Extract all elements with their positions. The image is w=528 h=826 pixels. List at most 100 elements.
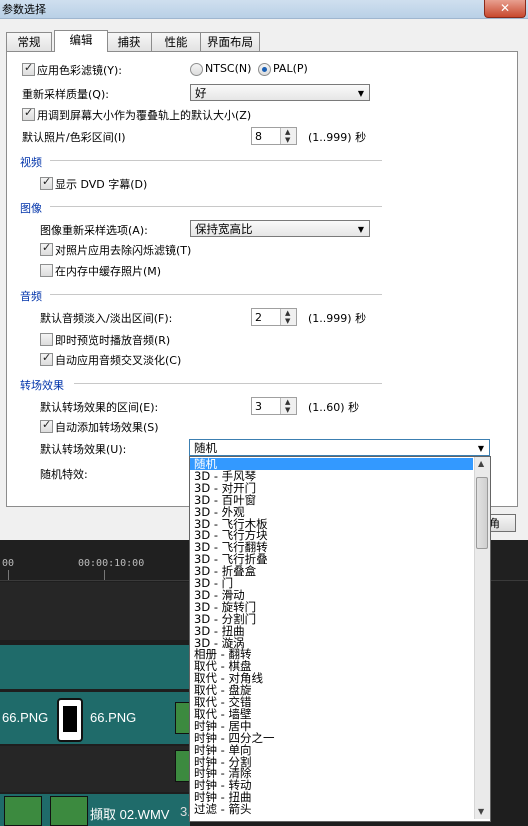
cache-photos-label: 在内存中缓存照片(M) <box>55 265 162 278</box>
audio-fade-interval-spinner[interactable]: 2 ▲ ▼ <box>251 308 297 326</box>
dropdown-item[interactable]: 3D - 旋转门 <box>194 601 256 613</box>
resample-quality-label: 重新采样质量(Q): <box>22 88 109 101</box>
ruler-label-start: 00 <box>2 558 15 569</box>
audio-fade-interval-label: 默认音频淡入/淡出区间(F): <box>40 312 173 325</box>
clip-label: 擷取 02.WMV <box>90 807 170 822</box>
show-dvd-subtitles-label: 显示 DVD 字幕(D) <box>55 178 148 191</box>
show-dvd-subtitles-checkbox[interactable] <box>40 175 53 190</box>
default-photo-interval-value: 8 <box>255 130 262 143</box>
default-transition-value: 随机 <box>194 441 217 455</box>
clip-label: 66.PNG <box>90 710 137 725</box>
transition-interval-value: 3 <box>255 400 262 413</box>
chevron-down-icon: ▼ <box>357 225 364 234</box>
auto-add-transition-checkbox[interactable] <box>40 418 53 433</box>
spinner-buttons[interactable]: ▲ ▼ <box>280 398 296 414</box>
auto-add-transition-label: 自动添加转场效果(S) <box>55 421 159 434</box>
section-divider <box>50 294 382 295</box>
spin-down-icon[interactable]: ▼ <box>285 406 290 414</box>
dropdown-scrollbar[interactable]: ▲ ▼ <box>474 457 490 819</box>
fit-to-screen-checkbox[interactable] <box>22 106 35 121</box>
audio-fade-interval-range: (1..999) 秒 <box>308 312 367 325</box>
dropdown-item[interactable]: 3D - 分割门 <box>194 613 256 625</box>
default-photo-interval-spinner[interactable]: 8 ▲ ▼ <box>251 127 297 145</box>
dropdown-item[interactable]: 时钟 - 四分之一 <box>194 732 274 744</box>
scrollbar-thumb[interactable] <box>476 477 488 549</box>
transition-interval-range: (1..60) 秒 <box>308 401 360 414</box>
auto-crossfade-label: 自动应用音频交叉淡化(C) <box>55 354 182 367</box>
fit-to-screen-label: 用调到屏幕大小作为覆叠轨上的默认大小(Z) <box>37 109 252 122</box>
apply-color-filter-checkbox[interactable] <box>22 61 35 76</box>
resample-option-select[interactable]: 保持宽高比 ▼ <box>190 220 370 237</box>
transition-interval-spinner[interactable]: 3 ▲ ▼ <box>251 397 297 415</box>
clip-label: 66.PNG <box>2 710 49 725</box>
resample-option-label: 图像重新采样选项(A): <box>40 224 148 237</box>
tab-interface-layout[interactable]: 界面布局 <box>200 32 260 51</box>
window-title: 参数选择 <box>2 3 46 16</box>
spinner-buttons[interactable]: ▲ ▼ <box>280 128 296 144</box>
tab-general[interactable]: 常规 <box>6 32 52 51</box>
spin-down-icon[interactable]: ▼ <box>285 317 290 325</box>
timeline-track[interactable]: 擷取 02.WMV 3.JPG <box>0 794 216 826</box>
random-effects-label: 随机特效: <box>40 468 88 481</box>
timeline-track[interactable] <box>0 582 190 640</box>
default-transition-select[interactable]: 随机 ▼ <box>189 439 490 456</box>
dropdown-item[interactable]: 3D - 扭曲 <box>194 625 245 637</box>
ntsc-label: NTSC(N) <box>205 62 252 75</box>
section-audio: 音频 <box>20 290 42 303</box>
dropdown-items: 随机 3D - 手风琴 3D - 对开门 3D - 百叶窗 3D - 外观 3D - 飞行… <box>190 457 473 821</box>
cache-photos-checkbox[interactable] <box>40 264 53 277</box>
dropdown-item[interactable]: 3D - 外观 <box>194 506 245 518</box>
clip-thumbnail <box>4 796 42 826</box>
spin-up-icon[interactable]: ▲ <box>285 128 290 136</box>
resample-option-value: 保持宽高比 <box>195 222 253 236</box>
tab-performance[interactable]: 性能 <box>151 32 201 51</box>
ruler-mark <box>8 570 9 580</box>
timeline-track[interactable]: 66.PNG 66.PNG <box>0 692 215 744</box>
instant-preview-audio-label: 即时预览时播放音频(R) <box>55 334 171 347</box>
transition-dropdown-list[interactable]: 随机 3D - 手风琴 3D - 对开门 3D - 百叶窗 3D - 外观 3D - 飞行… <box>189 456 491 822</box>
timeline-track[interactable] <box>0 746 215 792</box>
dropdown-item[interactable]: 过滤 - 箭头 <box>194 803 251 815</box>
chevron-down-icon: ▼ <box>477 444 484 453</box>
default-transition-label: 默认转场效果(U): <box>40 443 127 456</box>
pal-label: PAL(P) <box>273 62 308 75</box>
section-image: 图像 <box>20 202 42 215</box>
dropdown-item[interactable]: 时钟 - 单向 <box>194 744 251 756</box>
audio-fade-interval-value: 2 <box>255 311 262 324</box>
clip-thumbnail <box>57 698 83 742</box>
section-video: 视频 <box>20 156 42 169</box>
auto-crossfade-checkbox[interactable] <box>40 351 53 366</box>
spinner-buttons[interactable]: ▲ ▼ <box>280 309 296 325</box>
dropdown-item[interactable]: 3D - 百叶窗 <box>194 494 256 506</box>
spin-down-icon[interactable]: ▼ <box>285 136 290 144</box>
default-photo-interval-label: 默认照片/色彩区间(I) <box>22 131 126 144</box>
pal-radio[interactable] <box>258 63 271 76</box>
close-button[interactable]: ✕ <box>484 0 526 18</box>
ruler-label-10s: 00:00:10:00 <box>78 558 145 569</box>
title-bar[interactable]: 参数选择 ✕ <box>0 0 528 19</box>
resample-quality-value: 好 <box>195 86 207 100</box>
deflicker-checkbox[interactable] <box>40 241 53 256</box>
chevron-down-icon: ▼ <box>357 89 364 98</box>
clip-thumbnail <box>50 796 88 826</box>
apply-color-filter-label: 应用色彩滤镜(Y): <box>37 64 123 77</box>
scroll-down-icon[interactable]: ▼ <box>478 807 484 816</box>
deflicker-label: 对照片应用去除闪烁滤镜(T) <box>55 244 192 257</box>
section-transition: 转场效果 <box>20 379 64 392</box>
section-divider <box>50 160 382 161</box>
transition-interval-label: 默认转场效果的区间(E): <box>40 401 159 414</box>
section-divider <box>50 206 382 207</box>
section-divider <box>74 383 382 384</box>
resample-quality-select[interactable]: 好 ▼ <box>190 84 370 101</box>
instant-preview-audio-checkbox[interactable] <box>40 333 53 346</box>
tab-edit[interactable]: 编辑 <box>54 30 108 52</box>
spin-up-icon[interactable]: ▲ <box>285 398 290 406</box>
timeline-track[interactable] <box>0 645 190 689</box>
default-photo-interval-range: (1..999) 秒 <box>308 131 367 144</box>
dropdown-item[interactable]: 时钟 - 居中 <box>194 720 251 732</box>
tab-capture[interactable]: 捕获 <box>106 32 152 51</box>
ntsc-radio[interactable] <box>190 63 203 76</box>
spin-up-icon[interactable]: ▲ <box>285 309 290 317</box>
dropdown-item[interactable]: 3D - 对开门 <box>194 482 256 494</box>
scroll-up-icon[interactable]: ▲ <box>478 459 484 468</box>
